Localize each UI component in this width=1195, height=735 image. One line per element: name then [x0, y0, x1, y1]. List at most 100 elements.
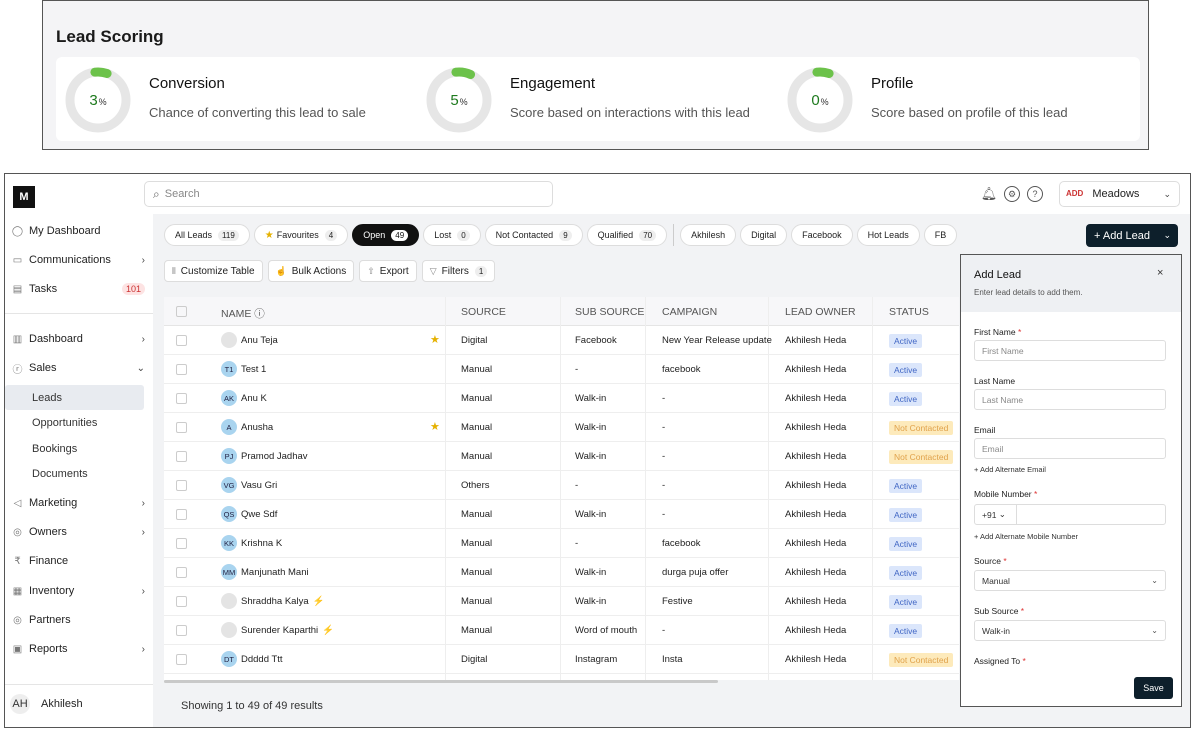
saved-filter-facebook[interactable]: Facebook	[791, 224, 853, 246]
saved-filter-akhilesh[interactable]: Akhilesh	[680, 224, 737, 246]
column-header-campaign[interactable]: CAMPAIGN	[662, 306, 717, 318]
country-code-select[interactable]: +91 ⌄	[975, 505, 1017, 524]
row-checkbox[interactable]	[176, 596, 187, 607]
search-input[interactable]: ⌕ Search	[144, 181, 553, 207]
row-checkbox[interactable]	[176, 480, 187, 491]
sidebar-item-tasks[interactable]: ▤ Tasks 101	[11, 278, 145, 300]
row-checkbox[interactable]	[176, 422, 187, 433]
sidebar-item-owners[interactable]: ◎ Owners ›	[11, 521, 145, 543]
lead-name[interactable]: Anu K	[241, 393, 267, 404]
sidebar-item-inventory[interactable]: ▦ Inventory ›	[11, 580, 145, 602]
source-select[interactable]: Manual ⌄	[974, 570, 1166, 591]
sidebar-item-opportunities[interactable]: Opportunities	[5, 410, 144, 435]
table-row[interactable]: DT Ddddd Ttt Digital Instagram Insta Akhilesh…	[164, 645, 959, 674]
email-field[interactable]: Email	[974, 438, 1166, 459]
sidebar-item-partners[interactable]: ◎ Partners	[11, 609, 145, 631]
avatar: VG	[221, 477, 237, 493]
filter-icon: ▽	[429, 265, 437, 276]
close-icon[interactable]: ×	[1157, 267, 1163, 279]
chip-lost[interactable]: Lost 0	[423, 224, 481, 246]
sub-source-select[interactable]: Walk-in ⌄	[974, 620, 1166, 641]
saved-filter-fb[interactable]: FB	[923, 224, 958, 246]
row-checkbox[interactable]	[176, 451, 187, 462]
cell-lead-owner: Akhilesh Heda	[785, 451, 847, 462]
app-logo[interactable]: M	[13, 186, 35, 208]
table-row[interactable]: VG Vasu Gri Others - - Akhilesh Heda Active	[164, 471, 959, 500]
lead-name[interactable]: Test 1	[241, 364, 266, 375]
mobile-field[interactable]: +91 ⌄	[974, 504, 1166, 525]
cell-campaign: -	[662, 509, 666, 520]
select-all-checkbox[interactable]	[176, 306, 187, 317]
saved-filter-hot-leads[interactable]: Hot Leads	[856, 224, 920, 246]
row-checkbox[interactable]	[176, 393, 187, 404]
table-row[interactable]: Surender Kaparthi ⚡ Manual Word of mouth - Ak…	[164, 616, 959, 645]
table-row[interactable]: KK Krishna K Manual - facebook Akhilesh Heda A…	[164, 529, 959, 558]
saved-filter-digital[interactable]: Digital	[740, 224, 788, 246]
column-header-sub-source[interactable]: SUB SOURCE	[575, 306, 644, 318]
sidebar-item-leads[interactable]: Leads	[5, 385, 144, 410]
row-checkbox[interactable]	[176, 364, 187, 375]
customize-table-button[interactable]: ⫴ Customize Table	[164, 260, 263, 282]
horizontal-scrollbar[interactable]	[164, 680, 718, 683]
sidebar-item-communications[interactable]: ▭ Communications ›	[11, 249, 145, 271]
add-alternate-mobile-link[interactable]: + Add Alternate Mobile Number	[974, 532, 1078, 541]
table-row[interactable]: MM Manjunath Mani Manual Walk-in durga puja …	[164, 558, 959, 587]
chip-qualified[interactable]: Qualified 70	[586, 224, 668, 246]
row-checkbox[interactable]	[176, 335, 187, 346]
add-lead-button[interactable]: + Add Lead ⌄	[1086, 224, 1178, 247]
org-switcher[interactable]: ADD Meadows ⌄	[1059, 181, 1180, 207]
lead-name[interactable]: Shraddha Kalya ⚡	[241, 596, 324, 607]
add-alternate-email-link[interactable]: + Add Alternate Email	[974, 465, 1046, 474]
column-header-source[interactable]: SOURCE	[461, 306, 506, 318]
save-button[interactable]: Save	[1134, 677, 1173, 699]
user-profile[interactable]: AH Akhilesh	[10, 694, 83, 714]
row-checkbox[interactable]	[176, 625, 187, 636]
filters-button[interactable]: ▽ Filters 1	[421, 260, 496, 282]
table-row[interactable]: AK Anu K Manual Walk-in - Akhilesh Heda Active	[164, 384, 959, 413]
table-row[interactable]: A Anusha ★ Manual Walk-in - Akhilesh Heda Not C…	[164, 413, 959, 442]
lead-name[interactable]: Ddddd Ttt	[241, 654, 283, 665]
table-row[interactable]: QS Qwe Sdf Manual Walk-in - Akhilesh Heda Acti…	[164, 500, 959, 529]
chart-icon: ▥	[12, 333, 23, 345]
row-checkbox[interactable]	[176, 567, 187, 578]
lead-name[interactable]: Krishna K	[241, 538, 282, 549]
chip-all-leads[interactable]: All Leads 119	[164, 224, 250, 246]
sidebar-item-sales[interactable]: ⓡ Sales ⌄	[11, 357, 146, 379]
sidebar-item-documents[interactable]: Documents	[5, 461, 144, 486]
lead-name[interactable]: Pramod Jadhav	[241, 451, 308, 462]
star-icon[interactable]: ★	[430, 420, 440, 433]
lead-name[interactable]: Surender Kaparthi ⚡	[241, 625, 334, 636]
export-button[interactable]: ⇧ Export	[359, 260, 417, 282]
star-icon[interactable]: ★	[430, 333, 440, 346]
sidebar-item-marketing[interactable]: ◁ Marketing ›	[11, 492, 145, 514]
sidebar-item-bookings[interactable]: Bookings	[5, 436, 144, 461]
row-checkbox[interactable]	[176, 654, 187, 665]
table-row[interactable]: Anu Teja ★ Digital Facebook New Year Release…	[164, 326, 959, 355]
table-row[interactable]: PJ Pramod Jadhav Manual Walk-in - Akhilesh He…	[164, 442, 959, 471]
help-icon[interactable]: ?	[1027, 186, 1043, 202]
sidebar-item-finance[interactable]: ₹ Finance	[11, 550, 145, 572]
row-checkbox[interactable]	[176, 538, 187, 549]
chip-open[interactable]: Open 49	[352, 224, 420, 246]
last-name-field[interactable]: Last Name	[974, 389, 1166, 410]
chip-not-contacted[interactable]: Not Contacted 9	[484, 224, 583, 246]
lead-name[interactable]: Qwe Sdf	[241, 509, 277, 520]
row-checkbox[interactable]	[176, 509, 187, 520]
lead-name[interactable]: Anusha	[241, 422, 273, 433]
settings-icon[interactable]: ⚙	[1004, 186, 1020, 202]
bell-icon[interactable]: 🔔︎	[981, 186, 998, 202]
sidebar-item-my-dashboard[interactable]: ◯ My Dashboard	[11, 220, 145, 242]
column-header-lead-owner[interactable]: LEAD OWNER	[785, 306, 856, 318]
sidebar-item-dashboard[interactable]: ▥ Dashboard ›	[11, 328, 145, 350]
lead-name[interactable]: Manjunath Mani	[241, 567, 309, 578]
column-header-name[interactable]: NAME ⓘ	[221, 306, 265, 321]
sidebar-item-reports[interactable]: ▣ Reports ›	[11, 638, 145, 660]
table-row[interactable]: T1 Test 1 Manual - facebook Akhilesh Heda Acti…	[164, 355, 959, 384]
lead-name[interactable]: Anu Teja	[241, 335, 278, 346]
bulk-actions-button[interactable]: ☝ Bulk Actions	[267, 260, 355, 282]
chip-favourites[interactable]: ★ Favourites 4	[253, 224, 349, 246]
lead-name[interactable]: Vasu Gri	[241, 480, 277, 491]
table-row[interactable]: Shraddha Kalya ⚡ Manual Walk-in Festive Akhil…	[164, 587, 959, 616]
column-header-status[interactable]: STATUS	[889, 306, 929, 318]
first-name-field[interactable]: First Name	[974, 340, 1166, 361]
